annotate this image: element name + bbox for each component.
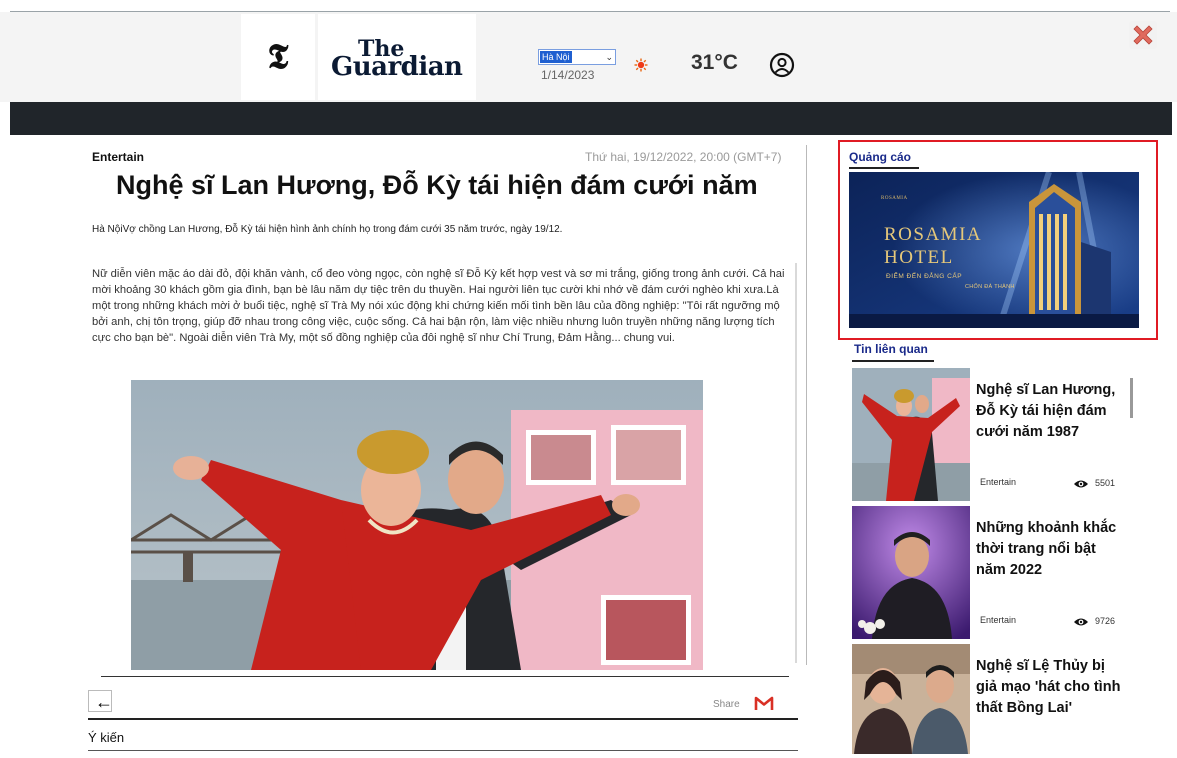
related-card[interactable]: Những khoảnh khắc thời trang nổi bật năm… (852, 506, 1124, 639)
article-category[interactable]: Entertain (92, 150, 144, 164)
gmail-icon[interactable] (754, 695, 774, 711)
article-body: Nữ diễn viên mặc áo dài đỏ, đội khăn vàn… (92, 268, 785, 344)
city-select-value: Hà Nội (540, 51, 572, 63)
related-category: Entertain (980, 615, 1017, 625)
article-photo (131, 380, 703, 670)
article-scroll-track[interactable] (806, 145, 807, 665)
ad-label: Quảng cáo (849, 150, 912, 164)
related-thumbnail (852, 368, 970, 501)
article-scrollbar[interactable] (795, 263, 797, 663)
ad-banner[interactable]: ROSAMIA ROSAMIA HOTEL ĐIỂM ĐẾN ĐẲNG CẤP … (849, 172, 1139, 328)
eye-icon (1074, 480, 1088, 488)
ad-tagline-line1: ĐIỂM ĐẾN ĐẲNG CẤP (886, 273, 963, 280)
related-category: Entertain (980, 477, 1017, 487)
back-button[interactable]: ← (88, 690, 113, 712)
share-label: Share (713, 699, 740, 710)
related-views: 5501 (1095, 478, 1116, 488)
related-label-underline (852, 360, 934, 362)
related-card[interactable]: Nghệ sĩ Lệ Thủy bị giả mạo 'hát cho tình… (852, 644, 1124, 754)
comments-label[interactable]: Ý kiến (88, 730, 124, 745)
related-title: Nghệ sĩ Lan Hương, Đỗ Kỳ tái hiện đám cư… (976, 382, 1116, 440)
related-title: Nghệ sĩ Lệ Thủy bị giả mạo 'hát cho tình… (976, 658, 1121, 716)
related-views: 9726 (1095, 616, 1116, 626)
nyt-logo-glyph: 𝕿 (267, 37, 289, 77)
guardian-logo[interactable]: The Guardian (318, 14, 476, 100)
article-timestamp: Thứ hai, 19/12/2022, 20:00 (GMT+7) (585, 150, 782, 164)
sun-icon (634, 58, 648, 72)
user-icon[interactable] (769, 52, 795, 78)
ad-brand-small: ROSAMIA (881, 196, 908, 201)
temperature: 31°C (691, 51, 738, 74)
nyt-logo[interactable]: 𝕿 (241, 14, 315, 100)
related-label: Tin liên quan (854, 342, 928, 356)
related-thumbnail (852, 506, 970, 639)
article-sapo: Hà NộiVợ chồng Lan Hương, Đỗ Kỳ tái hiện… (92, 224, 563, 235)
close-icon[interactable] (1128, 20, 1158, 50)
divider (88, 718, 798, 720)
divider (88, 750, 798, 751)
chevron-down-icon: ⌄ (605, 52, 613, 62)
guardian-logo-line2: Guardian (331, 52, 463, 82)
related-thumbnail (852, 644, 970, 754)
sidebar-scrollbar[interactable] (1130, 378, 1133, 418)
nav-bar (10, 102, 1172, 135)
article-headline: Nghệ sĩ Lan Hương, Đỗ Kỳ tái hiện đám cư… (116, 170, 758, 200)
date-label: 1/14/2023 (541, 68, 595, 82)
ad-title-line1: ROSAMIA (884, 224, 983, 245)
eye-icon (1074, 618, 1088, 626)
city-select[interactable]: Hà Nội ⌄ (538, 49, 616, 65)
related-card[interactable]: Nghệ sĩ Lan Hương, Đỗ Kỳ tái hiện đám cư… (852, 368, 1124, 501)
ad-title-line2: HOTEL (884, 247, 954, 268)
divider (101, 676, 789, 677)
ad-tagline-line2: CHỐN ĐÀ THÀNH (965, 284, 1015, 290)
related-title: Những khoảnh khắc thời trang nổi bật năm… (976, 520, 1117, 578)
ad-label-underline (849, 167, 919, 169)
